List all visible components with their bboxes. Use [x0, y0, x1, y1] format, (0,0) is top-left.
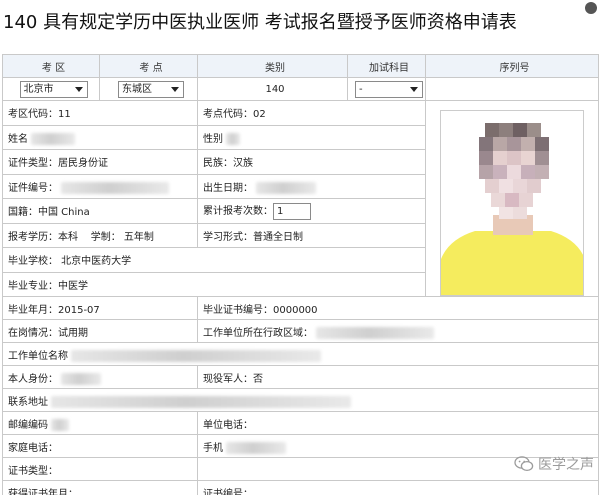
serial-value — [425, 77, 599, 101]
id-type: 证件类型：居民身份证 — [2, 149, 198, 175]
chevron-down-icon — [74, 86, 83, 92]
schooling-years: 学制： 五年制 — [90, 231, 154, 243]
work-unit-label: 工作单位名称 — [8, 350, 68, 362]
military-status: 现役军人：否 — [197, 365, 599, 389]
corner-dot-icon — [585, 2, 597, 14]
address-label: 联系地址 — [8, 396, 48, 408]
gender-label: 性别 — [203, 133, 223, 145]
page-title: 140 具有规定学历中医执业医师 考试报名暨授予医师资格申请表 — [3, 12, 517, 33]
watermark: 医学之声 — [514, 453, 594, 475]
table-row: 证书类型： — [2, 457, 599, 481]
id-number-label: 证件编号： — [8, 182, 58, 194]
header-site: 考 点 — [99, 54, 198, 78]
region-code: 考区代码：11 — [2, 100, 198, 126]
work-region-redacted — [316, 326, 435, 339]
header-category: 类别 — [197, 54, 348, 78]
site-code: 考点代码：02 — [197, 100, 426, 126]
category-value: 140 — [197, 77, 348, 101]
header-extra-subject: 加试科目 — [347, 54, 426, 78]
table-row: 获得证书年月： 证书编号： — [2, 480, 599, 495]
photo-cell — [425, 100, 599, 297]
birth-date-redacted — [256, 181, 317, 194]
wechat-icon — [514, 456, 534, 472]
exam-count-input[interactable]: 1 — [273, 202, 311, 220]
pixelated-portrait — [441, 111, 583, 295]
selection-row: 北京市 东城区 140 - — [2, 77, 599, 101]
applicant-photo — [440, 110, 584, 296]
gender-redacted — [226, 132, 241, 145]
graduation-date: 毕业年月：2015-07 — [2, 296, 198, 320]
name-label: 姓名 — [8, 133, 28, 145]
identity-label: 本人身份： — [8, 373, 58, 385]
table-row: 邮编编码 单位电话： — [2, 411, 599, 435]
home-phone: 家庭电话： — [2, 434, 198, 458]
cert-date: 获得证书年月： — [2, 480, 198, 495]
birth-date-label: 出生日期： — [203, 182, 253, 194]
nationality: 国籍：中国 China — [2, 198, 198, 224]
mobile-label: 手机 — [203, 442, 223, 454]
postcode-label: 邮编编码 — [8, 419, 48, 431]
table-row: 工作单位名称 — [2, 342, 599, 366]
mobile-redacted — [226, 441, 287, 454]
graduation-school: 毕业学校： 北京中医药大学 — [2, 247, 426, 273]
graduation-major: 毕业专业：中医学 — [2, 271, 426, 297]
table-row: 本人身份： 现役军人：否 — [2, 365, 599, 389]
work-unit-redacted — [71, 349, 322, 362]
unit-phone: 单位电话： — [197, 411, 599, 435]
chevron-down-icon — [410, 86, 418, 92]
extra-subject-select-value: - — [359, 83, 363, 95]
graduation-cert-number: 毕业证书编号：0000000 — [197, 296, 599, 320]
table-row: 联系地址 — [2, 388, 599, 412]
work-status: 在岗情况：试用期 — [2, 319, 198, 343]
table-row: 家庭电话： 手机 — [2, 434, 599, 458]
name-redacted — [31, 132, 76, 145]
header-serial: 序列号 — [425, 54, 599, 78]
site-select[interactable]: 东城区 — [118, 80, 184, 98]
postcode-redacted — [51, 418, 70, 431]
ethnicity: 民族：汉族 — [197, 149, 426, 175]
study-mode: 学习形式：普通全日制 — [197, 222, 426, 248]
header-region: 考 区 — [2, 54, 100, 78]
column-header-row: 考 区 考 点 类别 加试科目 序列号 — [2, 54, 599, 78]
watermark-text: 医学之声 — [538, 457, 594, 473]
address-redacted — [51, 395, 352, 408]
table-row: 毕业年月：2015-07 毕业证书编号：0000000 — [2, 296, 599, 320]
cert-number: 证书编号： — [197, 480, 599, 495]
site-select-value: 东城区 — [122, 83, 152, 95]
region-select-value: 北京市 — [23, 83, 54, 95]
extra-subject-select[interactable]: - — [355, 80, 423, 98]
cert-type: 证书类型： — [2, 457, 198, 481]
region-select[interactable]: 北京市 — [19, 80, 88, 98]
table-row: 在岗情况：试用期 工作单位所在行政区域： — [2, 319, 599, 343]
education: 报考学历：本科 — [8, 231, 78, 243]
id-number-redacted — [61, 181, 170, 194]
chevron-down-icon — [171, 86, 179, 92]
work-region-label: 工作单位所在行政区域： — [203, 327, 313, 339]
exam-count-label: 累计报考次数： — [203, 206, 273, 217]
table-row: 考区代码：11 考点代码：02 — [2, 100, 599, 297]
identity-redacted — [61, 372, 102, 385]
application-form-table: 考 区 考 点 类别 加试科目 序列号 北京市 东城区 140 - 考区代码：1… — [2, 54, 599, 495]
